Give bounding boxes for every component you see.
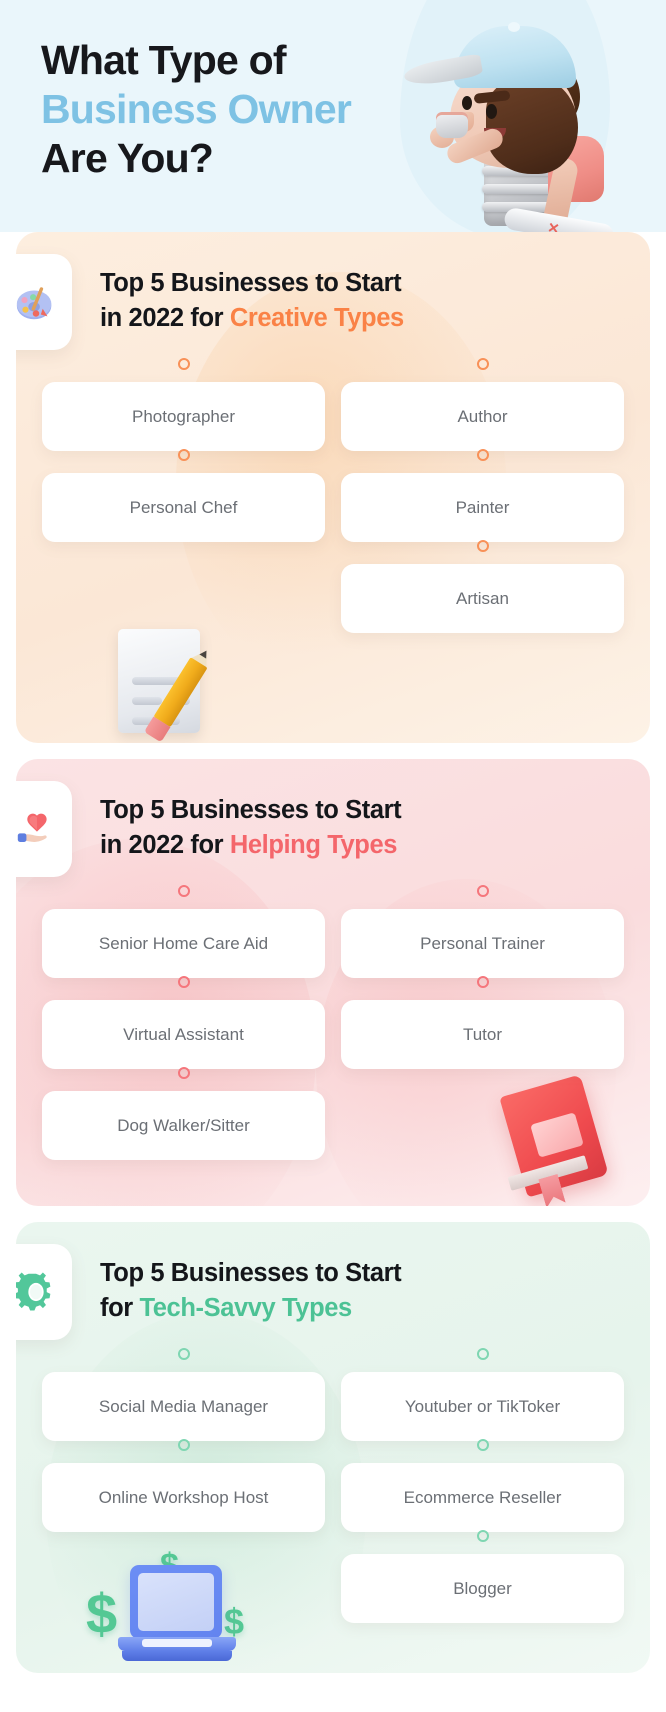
list-item[interactable]: Personal Chef — [42, 473, 325, 542]
section-tech-savvy-types: Top 5 Businesses to Start for Tech-Savvy… — [16, 1222, 650, 1673]
list-item-wrapper: Senior Home Care Aid — [42, 885, 325, 978]
page-title: What Type of Business Owner Are You? — [41, 36, 352, 183]
list-item-wrapper: Online Workshop Host — [42, 1439, 325, 1532]
section-footer-space: $ $ $ — [16, 1547, 650, 1673]
section-header: Top 5 Businesses to Start for Tech-Savvy… — [16, 1222, 650, 1340]
gear-icon — [16, 1272, 51, 1311]
section-footer-space — [16, 1074, 650, 1206]
list-item[interactable]: Online Workshop Host — [42, 1463, 325, 1532]
section-title-line1: Top 5 Businesses to Start — [100, 1259, 402, 1287]
list-item-wrapper: Youtuber or TikToker — [341, 1348, 624, 1441]
item-marker-circle — [476, 1439, 489, 1451]
item-marker-circle — [177, 1439, 190, 1451]
section-title: Top 5 Businesses to Start for Tech-Savvy… — [100, 1250, 402, 1326]
section-header: Top 5 Businesses to Start in 2022 for Cr… — [16, 232, 650, 350]
list-item-wrapper: Ecommerce Reseller — [341, 1439, 624, 1532]
bearded-businessman-character-illustration: ✕ — [398, 8, 666, 232]
item-marker-circle — [177, 885, 190, 897]
business-list: Senior Home Care Aid Personal Trainer Vi… — [16, 877, 650, 1160]
section-title-line2-prefix: for — [100, 1294, 140, 1322]
list-item[interactable]: Painter — [341, 473, 624, 542]
item-marker-circle — [177, 1348, 190, 1360]
section-icon-card — [16, 1244, 72, 1340]
list-item[interactable]: Ecommerce Reseller — [341, 1463, 624, 1532]
item-marker-circle — [476, 358, 489, 370]
section-title-line1: Top 5 Businesses to Start — [100, 796, 402, 824]
section-title: Top 5 Businesses to Start in 2022 for He… — [100, 787, 402, 863]
list-item[interactable]: Dog Walker/Sitter — [42, 1091, 325, 1160]
list-item-wrapper: Artisan — [341, 540, 624, 633]
list-item-wrapper: Author — [341, 358, 624, 451]
list-item-wrapper: Personal Chef — [42, 449, 325, 542]
footer: incfile — [0, 1689, 666, 1712]
heart-in-hand-icon — [17, 813, 47, 842]
section-title-line2-prefix: in 2022 for — [100, 831, 230, 859]
list-item[interactable]: Blogger — [341, 1554, 624, 1623]
section-title-accent: Helping Types — [229, 831, 398, 859]
list-item[interactable]: Photographer — [42, 382, 325, 451]
page-title-line1: What Type of — [41, 37, 287, 83]
laptop-keyboard — [142, 1639, 212, 1647]
list-item-wrapper: Dog Walker/Sitter — [42, 1067, 325, 1160]
item-marker-circle — [177, 1067, 190, 1079]
item-marker-circle — [476, 976, 489, 988]
section-title-line1: Top 5 Businesses to Start — [100, 269, 402, 297]
business-list: Photographer Author Personal Chef Painte… — [16, 350, 650, 633]
section-header: Top 5 Businesses to Start in 2022 for He… — [16, 759, 650, 877]
section-icon-card — [16, 254, 72, 350]
item-marker-circle — [476, 1348, 489, 1360]
section-helping-types: Top 5 Businesses to Start in 2022 for He… — [16, 759, 650, 1206]
laptop-foot — [122, 1651, 232, 1661]
list-item[interactable]: Personal Trainer — [341, 909, 624, 978]
item-marker-circle — [476, 885, 489, 897]
list-item[interactable]: Youtuber or TikToker — [341, 1372, 624, 1441]
item-marker-circle — [177, 449, 190, 461]
list-item[interactable]: Tutor — [341, 1000, 624, 1069]
section-title-accent: Creative Types — [229, 304, 404, 332]
item-marker-circle — [476, 449, 489, 461]
list-item-wrapper: Blogger — [341, 1530, 624, 1623]
header: What Type of Business Owner Are You? ✕ — [0, 0, 666, 232]
list-item[interactable]: Virtual Assistant — [42, 1000, 325, 1069]
list-item[interactable]: Senior Home Care Aid — [42, 909, 325, 978]
item-marker-circle — [476, 540, 489, 552]
section-title-accent: Tech-Savvy Types — [139, 1294, 352, 1322]
coffee-cup-icon — [436, 112, 468, 138]
list-item[interactable]: Author — [341, 382, 624, 451]
character-eye — [462, 96, 472, 110]
infographic-page: What Type of Business Owner Are You? ✕ T… — [0, 0, 666, 1712]
list-item-wrapper: Personal Trainer — [341, 885, 624, 978]
list-item-wrapper: Social Media Manager — [42, 1348, 325, 1441]
section-icon-card — [16, 781, 72, 877]
blueprint-mark: ✕ — [546, 219, 561, 232]
item-marker-circle — [476, 1530, 489, 1542]
section-title-line2-prefix: in 2022 for — [100, 304, 230, 332]
list-item-wrapper: Photographer — [42, 358, 325, 451]
section-title: Top 5 Businesses to Start in 2022 for Cr… — [100, 260, 404, 336]
list-item-wrapper: Painter — [341, 449, 624, 542]
section-creative-types: Top 5 Businesses to Start in 2022 for Cr… — [16, 232, 650, 743]
list-item[interactable]: Social Media Manager — [42, 1372, 325, 1441]
business-list: Social Media Manager Youtuber or TikToke… — [16, 1340, 650, 1623]
page-title-line3: Are You? — [41, 135, 214, 181]
document-line — [132, 697, 162, 705]
character-eye — [486, 104, 497, 119]
palette-icon — [16, 287, 52, 320]
document-pencil-illustration — [112, 619, 252, 743]
item-marker-circle — [177, 358, 190, 370]
section-footer-space — [16, 629, 650, 743]
list-item[interactable]: Artisan — [341, 564, 624, 633]
page-title-line2: Business Owner — [41, 86, 352, 132]
item-marker-circle — [177, 976, 190, 988]
list-item-wrapper: Tutor — [341, 976, 624, 1069]
list-item-wrapper: Virtual Assistant — [42, 976, 325, 1069]
character-cap-button — [508, 22, 520, 32]
